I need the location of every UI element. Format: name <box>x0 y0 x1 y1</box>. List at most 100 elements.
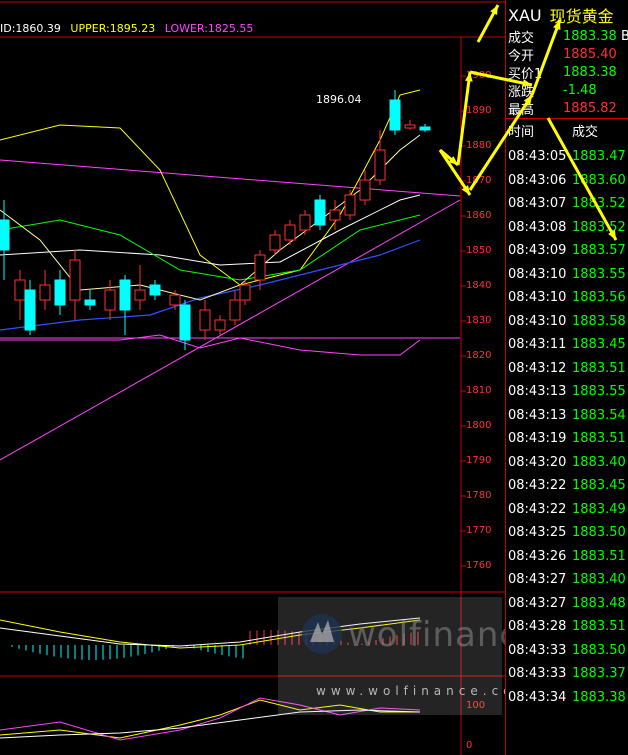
candle-body <box>284 224 296 241</box>
tick-price: 1883.57 <box>572 243 626 258</box>
tick-row: 08:43:10 1883.58 <box>506 310 628 333</box>
candle-body <box>229 299 241 321</box>
tick-price: 1883.45 <box>572 337 626 352</box>
quote-panel: XAU 现货黄金 成交 1883.38 B 今开 1885.40 买价1 1883.38 涨跌… <box>505 0 628 755</box>
tick-price: 1883.40 <box>572 454 626 470</box>
price-axis-tick: 1840 <box>466 280 492 291</box>
tick-row: 08:43:28 1883.51 <box>506 615 628 638</box>
tick-row: 08:43:19 1883.51 <box>506 427 628 450</box>
high-price-label: 1896.04 <box>316 93 362 106</box>
tick-row: 08:43:33 1883.37 <box>506 662 628 685</box>
tick-price: 1883.37 <box>572 666 626 681</box>
price-axis-tick: 1770 <box>466 525 492 536</box>
quote-label: 成交 <box>508 31 535 46</box>
tick-price: 1883.51 <box>572 619 626 634</box>
tick-price: 1883.58 <box>572 313 626 329</box>
tick-price: 1883.54 <box>572 407 626 423</box>
tick-time: 08:43:34 <box>508 689 567 705</box>
tick-time: 08:43:13 <box>508 384 567 399</box>
boll-mid: ID:1860.39 <box>0 22 61 35</box>
tick-row: 08:43:27 1883.40 <box>506 568 628 591</box>
candle-body <box>269 234 281 251</box>
price-axis-tick: 1780 <box>466 490 492 501</box>
tick-time: 08:43:26 <box>508 548 567 564</box>
quote-value: 1885.82 <box>563 101 617 116</box>
tick-time: 08:43:07 <box>508 196 567 211</box>
tick-time: 08:43:27 <box>508 595 567 611</box>
tick-time: 08:43:11 <box>508 337 567 352</box>
tick-price: 1883.45 <box>572 478 626 493</box>
tick-time: 08:43:22 <box>508 501 567 517</box>
candle-body <box>104 289 116 311</box>
tick-row: 08:43:26 1883.51 <box>506 545 628 568</box>
price-axis-tick: 1790 <box>466 455 492 466</box>
quote-row: 最高 1885.82 <box>506 100 628 118</box>
tick-price: 1883.51 <box>572 360 626 376</box>
tick-row: 08:43:05 1883.47 <box>506 145 628 168</box>
quote-row: 今开 1885.40 <box>506 46 628 64</box>
tick-time: 08:43:33 <box>508 666 567 681</box>
candle-body <box>199 309 211 331</box>
tick-row: 08:43:12 1883.51 <box>506 357 628 380</box>
tick-time: 08:43:10 <box>508 313 567 329</box>
tick-price: 1883.51 <box>572 548 626 564</box>
tick-row: 08:43:13 1883.55 <box>506 380 628 403</box>
tick-row: 08:43:10 1883.56 <box>506 286 628 309</box>
tick-price: 1883.50 <box>572 525 626 540</box>
price-axis-tick: 1900 <box>466 70 492 81</box>
quote-row: 买价1 1883.38 <box>506 64 628 82</box>
tick-time: 08:43:22 <box>508 478 567 493</box>
ma-green-line <box>0 214 421 281</box>
candle-body <box>179 304 191 341</box>
price-axis-tick: 1820 <box>466 350 492 361</box>
tick-row: 08:43:22 1883.49 <box>506 498 628 521</box>
tick-row: 08:43:27 1883.48 <box>506 592 628 615</box>
candle-body <box>359 179 371 201</box>
bollinger-header: ID:1860.39 UPPER:1895.23 LOWER:1825.55 <box>0 22 259 35</box>
tick-price: 1883.40 <box>572 572 626 587</box>
tick-price: 1883.51 <box>572 431 626 446</box>
tick-price: 1883.50 <box>572 642 626 658</box>
tick-row: 08:43:34 1883.38 <box>506 686 628 709</box>
candle-body <box>0 219 10 251</box>
tick-row: 08:43:11 1883.45 <box>506 333 628 356</box>
tick-time: 08:43:33 <box>508 642 567 658</box>
candle-body <box>84 299 96 306</box>
tick-price: 1883.48 <box>572 595 626 611</box>
candle-body <box>389 99 401 131</box>
instrument-title: XAU 现货黄金 <box>506 0 628 30</box>
tick-time: 08:43:10 <box>508 290 567 305</box>
price-axis-tick: 1810 <box>466 385 492 396</box>
price-chart[interactable]: ID:1860.39 UPPER:1895.23 LOWER:1825.55 1… <box>0 0 540 755</box>
quote-value: -1.48 <box>563 83 597 98</box>
tick-time: 08:43:13 <box>508 407 567 423</box>
tick-time: 08:43:28 <box>508 619 567 634</box>
candle-body <box>344 194 356 216</box>
watermark-url: www.wolfinance.com <box>316 684 533 698</box>
quote-label: 今开 <box>508 49 535 64</box>
tick-row: 08:43:13 1883.54 <box>506 404 628 427</box>
tick-price: 1883.60 <box>572 172 626 188</box>
instrument-symbol: XAU <box>508 5 542 25</box>
boll-mid-line <box>0 194 421 266</box>
tick-row: 08:43:10 1883.55 <box>506 263 628 286</box>
candle-body <box>54 279 66 306</box>
tick-row: 08:43:33 1883.50 <box>506 639 628 662</box>
tick-row: 08:43:06 1883.60 <box>506 169 628 192</box>
quote-value: 1883.38 <box>563 65 617 80</box>
tick-price: 1883.49 <box>572 501 626 517</box>
tick-row: 08:43:09 1883.57 <box>506 239 628 262</box>
candle-body <box>254 254 266 281</box>
tick-header-time: 时间 <box>508 124 535 140</box>
candle-body <box>239 284 251 301</box>
candle-body <box>329 209 341 221</box>
wolf-logo-icon <box>302 614 342 654</box>
tick-time: 08:43:05 <box>508 149 567 164</box>
candle-body <box>299 214 311 231</box>
price-axis-tick: 1760 <box>466 560 492 571</box>
quote-label: 涨跌 <box>508 85 535 100</box>
tick-time: 08:43:06 <box>508 172 567 188</box>
tick-row: 08:43:22 1883.45 <box>506 474 628 497</box>
tick-time: 08:43:20 <box>508 454 567 470</box>
tick-time: 08:43:08 <box>508 219 567 235</box>
